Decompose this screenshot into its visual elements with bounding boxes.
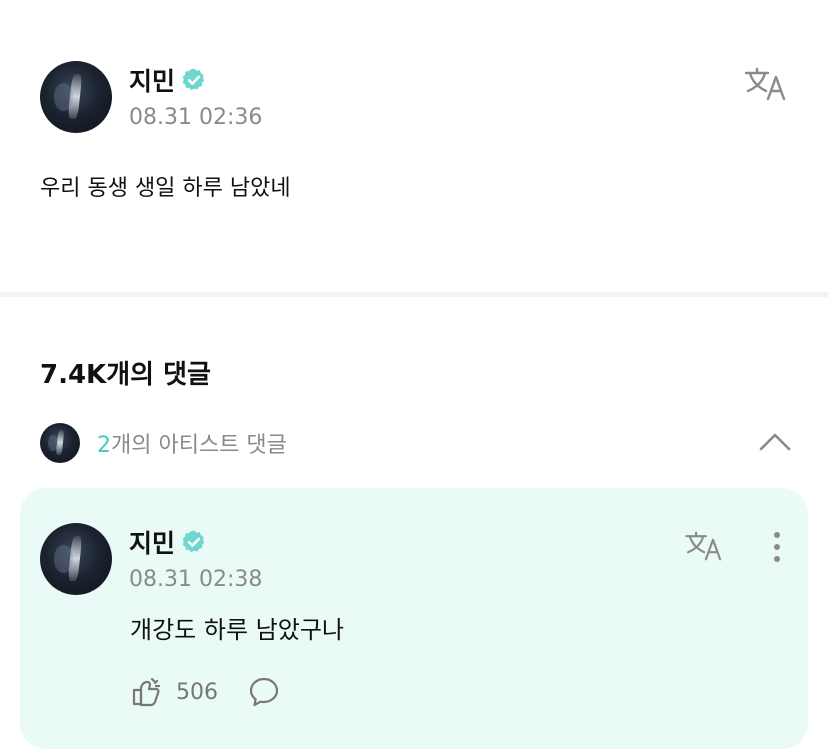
- more-dot: [774, 532, 780, 538]
- artist-comments-label: 2개의 아티스트 댓글: [97, 427, 287, 459]
- post-author-name[interactable]: 지민: [129, 62, 207, 98]
- post-text: 우리 동생 생일 하루 남았네: [40, 176, 291, 201]
- like-icon[interactable]: [130, 676, 164, 708]
- chevron-up-icon[interactable]: [758, 431, 792, 453]
- comment-text: 개강도 하루 남았구나: [130, 616, 344, 644]
- comment-author-name-text: 지민: [129, 529, 176, 558]
- comment-actions: 506: [130, 676, 280, 708]
- more-dot: [774, 556, 780, 562]
- translate-icon[interactable]: [684, 530, 726, 562]
- artist-avatar: [40, 423, 80, 463]
- artist-comments-toggle[interactable]: 2개의 아티스트 댓글: [40, 423, 792, 463]
- artist-comments-text: 개의 아티스트 댓글: [111, 433, 287, 458]
- comments-count-title: 7.4K개의 댓글: [40, 360, 211, 390]
- post-author-name-text: 지민: [129, 67, 176, 96]
- comment-timestamp: 08.31 02:38: [129, 567, 263, 592]
- artist-comment-card: 지민 08.31 02:38 개강도 하루 남았구나 506: [20, 488, 808, 749]
- verified-badge-icon: [182, 68, 205, 91]
- section-divider: [0, 292, 828, 297]
- like-count: 506: [176, 679, 218, 705]
- verified-badge-icon: [182, 530, 205, 553]
- comment-author-name[interactable]: 지민: [129, 524, 207, 560]
- more-dot: [774, 544, 780, 550]
- comment-author-avatar[interactable]: [40, 523, 112, 595]
- reply-icon[interactable]: [248, 676, 280, 708]
- more-vertical-icon[interactable]: [774, 532, 780, 568]
- post-timestamp: 08.31 02:36: [129, 105, 263, 130]
- post-author-avatar[interactable]: [40, 61, 112, 133]
- translate-icon[interactable]: [744, 66, 790, 102]
- artist-comments-count: 2: [97, 433, 111, 458]
